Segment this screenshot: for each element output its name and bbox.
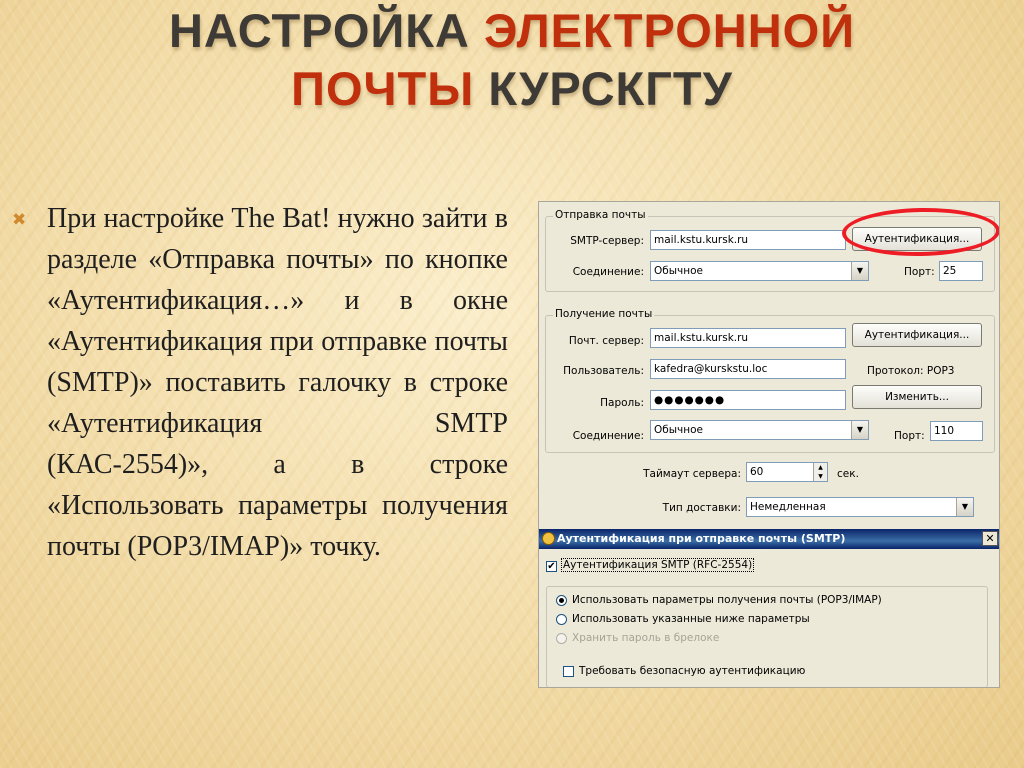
receive-auth-button[interactable]: Аутентификация...: [852, 323, 982, 347]
timeout-stepper[interactable]: 60 ▲ ▼: [746, 462, 828, 482]
mail-server-input[interactable]: mail.kstu.kursk.ru: [650, 328, 846, 348]
send-connection-select[interactable]: Обычное ▼: [650, 261, 869, 281]
mail-server-label: Почт. сервер:: [568, 335, 644, 347]
bullet-text: При настройке The Bat! нужно зайти в раз…: [47, 203, 508, 562]
auth-dialog-titlebar[interactable]: Аутентификация при отправке почты (SMTP)…: [539, 529, 999, 549]
timeout-label: Таймаут сервера:: [643, 468, 741, 480]
receive-port-input[interactable]: 110: [930, 421, 983, 441]
user-input[interactable]: kafedra@kurskstu.loc: [650, 359, 846, 379]
password-label: Пароль:: [600, 397, 644, 409]
change-password-button[interactable]: Изменить...: [852, 385, 982, 409]
receive-connection-label: Соединение:: [572, 430, 644, 442]
title-accent-1: ЭЛЕКТРОННОЙ: [483, 4, 855, 57]
receive-mail-legend: Получение почты: [553, 308, 655, 320]
receive-port-label: Порт:: [894, 430, 925, 442]
smtp-server-input[interactable]: mail.kstu.kursk.ru: [650, 230, 846, 250]
radio-use-receive-label[interactable]: Использовать параметры получения почты (…: [572, 594, 882, 606]
user-label: Пользователь:: [563, 365, 644, 377]
thebat-settings-screenshot: Отправка почты SMTP-сервер: mail.kstu.ku…: [538, 201, 1000, 688]
protocol-text: Протокол: POP3: [867, 365, 955, 377]
delivery-type-label: Тип доставки:: [662, 502, 741, 514]
title-accent-2: ПОЧТЫ: [291, 62, 475, 115]
radio-keep-password: [556, 633, 567, 644]
orange-x-bullet-icon: ✖: [12, 210, 27, 230]
timeout-unit: сек.: [837, 468, 859, 480]
radio-keep-password-label: Хранить пароль в брелоке: [572, 632, 720, 644]
password-input[interactable]: ●●●●●●●: [650, 390, 846, 410]
chevron-down-icon[interactable]: ▼: [956, 498, 973, 516]
smtp-auth-checkbox[interactable]: ✔: [546, 561, 557, 572]
radio-use-below-label[interactable]: Использовать указанные ниже параметры: [572, 613, 810, 625]
chevron-down-icon[interactable]: ▼: [851, 421, 868, 439]
smtp-auth-label[interactable]: Аутентификация SMTP (RFC-2554): [561, 558, 755, 572]
radio-use-receive-params[interactable]: [556, 595, 567, 606]
require-secure-label[interactable]: Требовать безопасную аутентификацию: [579, 665, 805, 677]
smtp-server-label: SMTP-сервер:: [570, 235, 644, 247]
send-port-input[interactable]: 25: [939, 261, 983, 281]
radio-use-below-params[interactable]: [556, 614, 567, 625]
require-secure-checkbox[interactable]: [563, 666, 574, 677]
spin-arrows-icon[interactable]: ▲ ▼: [813, 463, 827, 481]
send-mail-legend: Отправка почты: [553, 209, 648, 221]
receive-connection-select[interactable]: Обычное ▼: [650, 420, 869, 440]
send-port-label: Порт:: [904, 266, 935, 278]
auth-dialog-title: Аутентификация при отправке почты (SMTP): [557, 532, 846, 545]
title-line-2: ПОЧТЫ КУРСКГТУ: [291, 62, 733, 115]
delivery-type-select[interactable]: Немедленная ▼: [746, 497, 974, 517]
send-connection-label: Соединение:: [572, 266, 644, 278]
title-line-1: НАСТРОЙКА ЭЛЕКТРОННОЙ: [168, 4, 855, 57]
slide-title: НАСТРОЙКА ЭЛЕКТРОННОЙ ПОЧТЫ КУРСКГТУ: [0, 2, 1024, 118]
chevron-down-icon[interactable]: ▼: [851, 262, 868, 280]
app-icon: [542, 532, 555, 545]
close-icon[interactable]: ✕: [982, 531, 998, 546]
